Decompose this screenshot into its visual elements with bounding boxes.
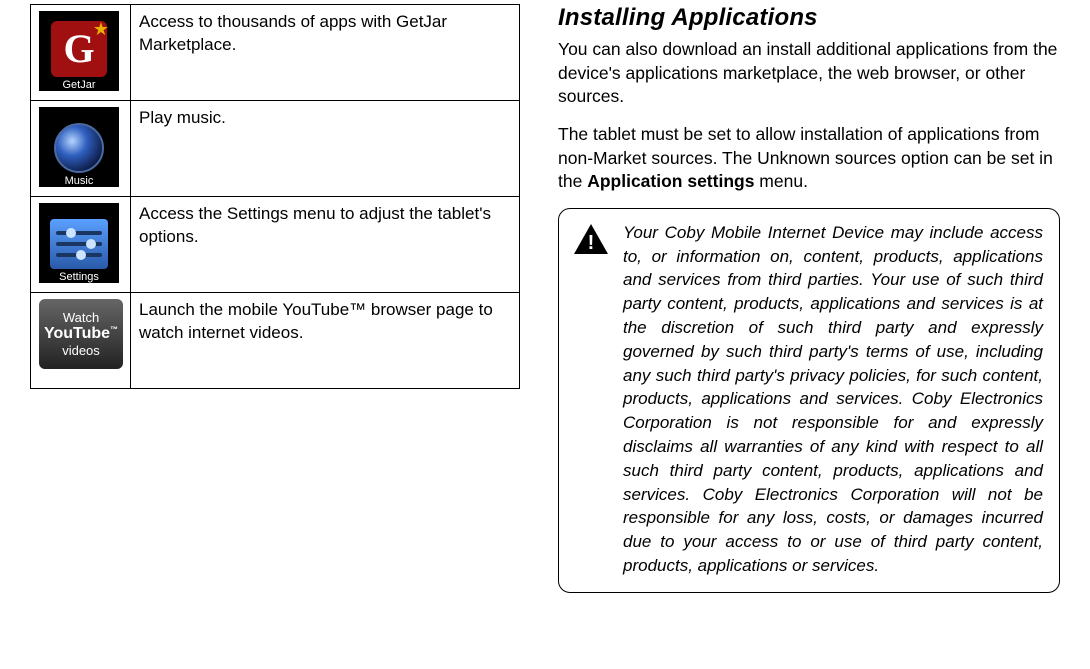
settings-icon: Settings	[39, 203, 119, 283]
app-icon-cell: Music	[31, 101, 131, 197]
icon-label: Music	[65, 175, 94, 187]
icon-label: Settings	[59, 271, 99, 283]
warning-icon: !	[571, 221, 611, 255]
warning-callout: ! Your Coby Mobile Internet Device may i…	[558, 208, 1060, 593]
table-row: G GetJar Access to thousands of apps wit…	[31, 5, 520, 101]
app-desc: Access to thousands of apps with GetJar …	[131, 5, 520, 101]
paragraph: You can also download an install additio…	[558, 38, 1060, 109]
app-icon-cell: G GetJar	[31, 5, 131, 101]
app-icon-cell: Watch YouTube videos	[31, 293, 131, 389]
app-desc: Access the Settings menu to adjust the t…	[131, 197, 520, 293]
left-column: G GetJar Access to thousands of apps wit…	[0, 0, 540, 669]
youtube-icon: Watch YouTube videos	[39, 299, 123, 369]
right-column: Installing Applications You can also dow…	[540, 0, 1090, 669]
table-row: Settings Access the Settings menu to adj…	[31, 197, 520, 293]
app-icon-cell: Settings	[31, 197, 131, 293]
getjar-icon: G GetJar	[39, 11, 119, 91]
app-desc: Launch the mobile YouTube™ browser page …	[131, 293, 520, 389]
section-title: Installing Applications	[558, 4, 1060, 32]
apps-table: G GetJar Access to thousands of apps wit…	[30, 4, 520, 389]
music-icon: Music	[39, 107, 119, 187]
table-row: Watch YouTube videos Launch the mobile Y…	[31, 293, 520, 389]
callout-text: Your Coby Mobile Internet Device may inc…	[623, 221, 1043, 578]
icon-label: GetJar	[62, 79, 95, 91]
svg-text:!: !	[588, 232, 595, 254]
table-row: Music Play music.	[31, 101, 520, 197]
paragraph: The tablet must be set to allow installa…	[558, 123, 1060, 194]
app-desc: Play music.	[131, 101, 520, 197]
